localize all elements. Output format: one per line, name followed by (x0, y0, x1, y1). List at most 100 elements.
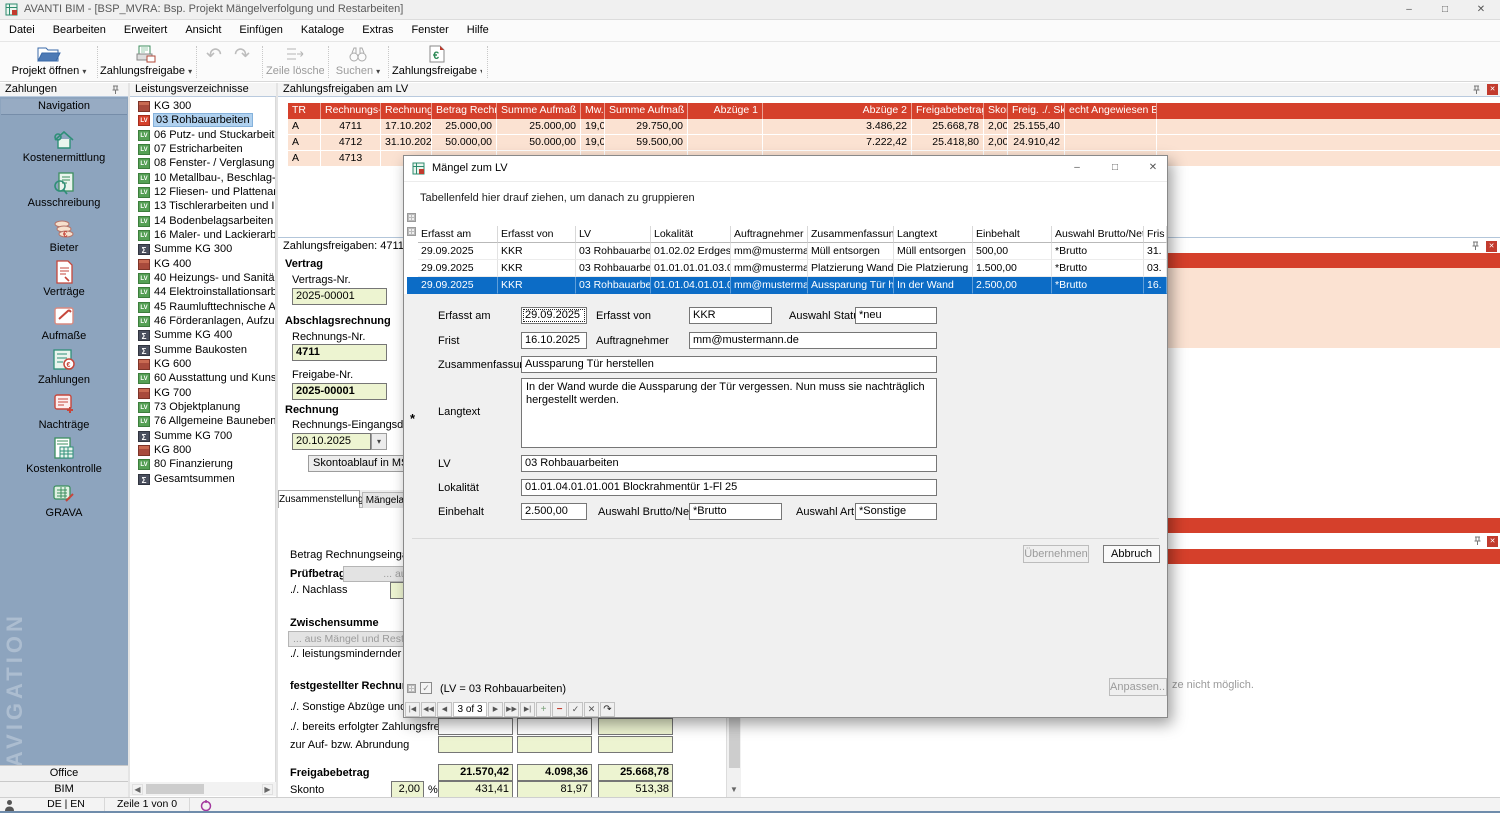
dialog-table-row-selected[interactable]: 29.09.2025KKR03 Rohbauarbeiter01.01.04.0… (418, 277, 1167, 294)
nav-prev-page-icon[interactable]: ◀◀ (421, 702, 436, 717)
abrundung-field-2[interactable] (517, 736, 592, 753)
nav-next-icon[interactable]: ▶ (488, 702, 503, 717)
menu-hilfe[interactable]: Hilfe (458, 20, 498, 42)
tree-item[interactable]: ΣSumme KG 300 (138, 242, 232, 256)
nav-delete-icon[interactable]: − (552, 702, 567, 717)
menu-fenster[interactable]: Fenster (402, 20, 457, 42)
auswahl-status-field[interactable]: *neu (855, 307, 937, 324)
tree-item[interactable]: ΣSumme KG 400 (138, 328, 232, 342)
nav-add-icon[interactable]: + (536, 702, 551, 717)
bereits-field-1[interactable] (438, 718, 513, 735)
search-button[interactable]: Suchen ▾ (332, 44, 384, 80)
tree-item[interactable]: ΣSumme KG 700 (138, 429, 232, 443)
tree-item[interactable]: LV40 Heizungs- und Sanitärar (138, 271, 276, 285)
sidebar-tab-office[interactable]: Office (0, 765, 128, 781)
sidebar-item-grava[interactable]: GRAVA (0, 507, 128, 519)
table-grid-icon[interactable] (407, 227, 416, 236)
close-panel-icon[interactable]: ✕ (1486, 241, 1497, 252)
zusammenfassung-field[interactable]: Aussparung Tür herstellen (521, 356, 937, 373)
sidebar-item-kostenermittlung[interactable]: Kostenermittlung (0, 152, 128, 164)
language-indicator[interactable]: DE | EN (28, 798, 105, 812)
scroll-down-icon[interactable]: ▼ (727, 785, 741, 794)
tree-item-selected[interactable]: LV03 Rohbauarbeiten (138, 113, 252, 127)
tree-hscrollbar[interactable]: ◀ ▶ (130, 782, 276, 796)
langtext-field[interactable]: In der Wand wurde die Aussparung der Tür… (521, 378, 937, 448)
uebernehmen-button[interactable]: Übernehmen (1023, 545, 1089, 563)
tree-item[interactable]: KG 700 (138, 386, 191, 400)
sidebar-item-ausschreibung[interactable]: Ausschreibung (0, 197, 128, 209)
tree-item[interactable]: LV10 Metallbau-, Beschlag- u (138, 171, 276, 185)
tree-item[interactable]: LV07 Estricharbeiten (138, 142, 243, 156)
tree-item[interactable]: LV46 Förderanlagen, Aufzugsa (138, 314, 276, 328)
lokalitaet-field[interactable]: 01.01.04.01.01.001 Blockrahmentür 1-Fl 2… (521, 479, 937, 496)
vertrags-nr-field[interactable]: 2025-00001 (292, 288, 387, 305)
tree-item[interactable]: LV73 Objektplanung (138, 400, 240, 414)
tree-item[interactable]: KG 300 (138, 99, 191, 113)
erfasst-am-field[interactable]: 29.09.2025 (521, 307, 587, 324)
sidebar-item-aufmasse[interactable]: Aufmaße (0, 330, 128, 342)
menu-ansicht[interactable]: Ansicht (176, 20, 230, 42)
close-panel-icon[interactable]: ✕ (1487, 536, 1498, 547)
skonto-field-2[interactable]: 81,97 (517, 781, 592, 798)
minimize-icon[interactable]: – (1066, 160, 1088, 176)
abbruch-button[interactable]: Abbruch (1103, 545, 1160, 563)
tab-zusammenstellung[interactable]: Zusammenstellung (278, 490, 360, 508)
maximize-icon[interactable]: □ (1104, 160, 1126, 176)
anpassen-button[interactable]: Anpassen... (1109, 678, 1167, 696)
dialog-table-row[interactable]: 29.09.2025KKR03 Rohbauarbeiter01.01.01.0… (418, 260, 1167, 277)
freigabebetrag-field-3[interactable]: 25.668,78 (598, 764, 673, 781)
bereits-field-3[interactable] (598, 718, 673, 735)
freigabe-nr-field[interactable]: 2025-00001 (292, 383, 387, 400)
tree-item[interactable]: KG 800 (138, 443, 191, 457)
freigabebetrag-field-1[interactable]: 21.570,42 (438, 764, 513, 781)
tree-item[interactable]: LV14 Bodenbelagsarbeiten (138, 214, 273, 228)
nav-refresh-icon[interactable]: ↷ (600, 702, 615, 717)
tree-item[interactable]: ΣSumme Baukosten (138, 343, 247, 357)
nav-prev-icon[interactable]: ◀ (437, 702, 452, 717)
abrundung-field-3[interactable] (598, 736, 673, 753)
frist-field[interactable]: 16.10.2025 (521, 332, 587, 349)
tree-item[interactable]: ΣGesamtsummen (138, 472, 235, 486)
nav-cancel-icon[interactable]: ✕ (584, 702, 599, 717)
auftragnehmer-field[interactable]: mm@mustermann.de (689, 332, 937, 349)
pin-icon[interactable] (1473, 536, 1483, 546)
rechnungs-nr-field[interactable]: 4711 (292, 344, 387, 361)
nav-commit-icon[interactable]: ✓ (568, 702, 583, 717)
tree-item[interactable]: LV13 Tischlerarbeiten und Inn (138, 199, 276, 213)
menu-datei[interactable]: Datei (0, 20, 44, 42)
nav-next-page-icon[interactable]: ▶▶ (504, 702, 519, 717)
filter-grid-icon[interactable] (407, 684, 416, 693)
dialog-title-bar[interactable]: Mängel zum LV – □ ✕ (404, 156, 1167, 182)
minimize-icon[interactable]: – (1398, 2, 1420, 18)
tree-item[interactable]: LV16 Maler- und Lackierarbeit (138, 228, 276, 242)
table-grid-icon[interactable] (407, 213, 416, 222)
freigabebetrag-field-2[interactable]: 4.098,36 (517, 764, 592, 781)
tree-item[interactable]: LV80 Finanzierung (138, 457, 233, 471)
erfasst-von-field[interactable]: KKR (689, 307, 772, 324)
close-icon[interactable]: ✕ (1470, 2, 1492, 18)
menu-bearbeiten[interactable]: Bearbeiten (44, 20, 115, 42)
menu-extras[interactable]: Extras (353, 20, 402, 42)
sidebar-tab-bim[interactable]: BIM (0, 781, 128, 797)
brutto-netto-field[interactable]: *Brutto (689, 503, 782, 520)
close-panel-icon[interactable]: ✕ (1487, 84, 1498, 95)
tree-item[interactable]: LV06 Putz- und Stuckarbeiten, (138, 128, 276, 142)
tree-item[interactable]: LV76 Allgemeine Baunebenko (138, 414, 276, 428)
skonto-field-1[interactable]: 431,41 (438, 781, 513, 798)
pin-icon[interactable] (1472, 85, 1482, 95)
menu-erweitert[interactable]: Erweitert (115, 20, 176, 42)
pin-icon[interactable] (1471, 241, 1481, 251)
tree-item[interactable]: LV08 Fenster- / Verglasungs- / (138, 156, 276, 170)
scrollbar-thumb[interactable] (146, 784, 204, 794)
tree-item[interactable]: KG 600 (138, 357, 191, 371)
sidebar-item-kostenkontrolle[interactable]: Kostenkontrolle (0, 463, 128, 475)
menu-kataloge[interactable]: Kataloge (292, 20, 353, 42)
close-icon[interactable]: ✕ (1142, 160, 1164, 176)
scroll-left-icon[interactable]: ◀ (132, 784, 143, 795)
filter-checkbox[interactable]: ✓ (420, 682, 432, 694)
abrundung-field-1[interactable] (438, 736, 513, 753)
eingangsdatum-field[interactable]: 20.10.2025 (292, 433, 371, 450)
project-open-button[interactable]: Projekt öffnen ▾ (6, 44, 92, 80)
redo-button[interactable]: ↷ (228, 44, 256, 80)
sidebar-item-vertraege[interactable]: Verträge (0, 286, 128, 298)
